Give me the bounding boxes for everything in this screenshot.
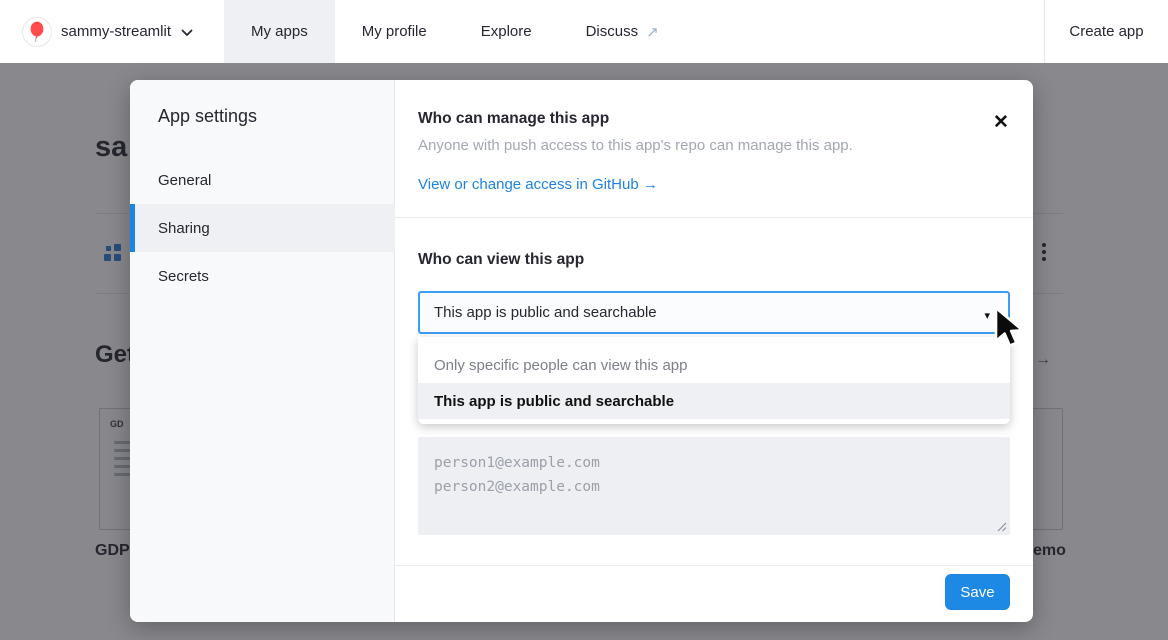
dropdown-option-public-searchable[interactable]: This app is public and searchable [418, 383, 1010, 419]
save-button[interactable]: Save [945, 574, 1010, 610]
create-app-button[interactable]: Create app [1044, 0, 1168, 63]
manage-section-title: Who can manage this app [418, 110, 609, 128]
caret-down-icon: ▾ [984, 309, 990, 322]
close-icon[interactable]: ✕ [987, 108, 1015, 136]
app-settings-modal: App settings General Sharing Secrets ✕ W… [130, 80, 1033, 622]
workspace-avatar [22, 17, 52, 47]
external-link-icon: ↗ [646, 23, 659, 41]
balloon-icon [28, 21, 46, 43]
sidebar-items: General Sharing Secrets [130, 156, 395, 300]
tab-discuss[interactable]: Discuss ↗ [559, 0, 686, 63]
viewer-access-select-value: This app is public and searchable [434, 304, 657, 321]
tab-explore[interactable]: Explore [454, 0, 559, 63]
manage-section-subtitle: Anyone with push access to this app's re… [418, 137, 853, 154]
viewer-access-dropdown: Only specific people can view this app T… [418, 337, 1010, 424]
settings-content: ✕ Who can manage this app Anyone with pu… [395, 80, 1033, 622]
sidebar-item-secrets[interactable]: Secrets [130, 252, 395, 300]
dropdown-option-specific-people[interactable]: Only specific people can view this app [418, 347, 1010, 383]
section-divider [395, 217, 1033, 218]
tab-my-profile[interactable]: My profile [335, 0, 454, 63]
view-section-title: Who can view this app [418, 251, 584, 269]
viewer-emails-textarea[interactable] [418, 437, 1010, 535]
settings-sidebar: App settings General Sharing Secrets [130, 80, 395, 622]
github-access-link[interactable]: View or change access in GitHub → [418, 176, 658, 193]
nav-tabs: My apps My profile Explore Discuss ↗ [224, 0, 686, 63]
workspace-name: sammy-streamlit [61, 23, 171, 40]
sidebar-item-general[interactable]: General [130, 156, 395, 204]
chevron-down-icon [181, 29, 193, 37]
top-navigation: sammy-streamlit My apps My profile Explo… [0, 0, 1168, 63]
sidebar-title: App settings [158, 106, 257, 127]
viewer-access-select[interactable]: This app is public and searchable ▾ [418, 291, 1010, 334]
workspace-switcher[interactable]: sammy-streamlit [0, 0, 193, 63]
sidebar-item-sharing[interactable]: Sharing [130, 204, 395, 252]
footer-divider [395, 565, 1033, 566]
tab-my-apps[interactable]: My apps [224, 0, 335, 63]
